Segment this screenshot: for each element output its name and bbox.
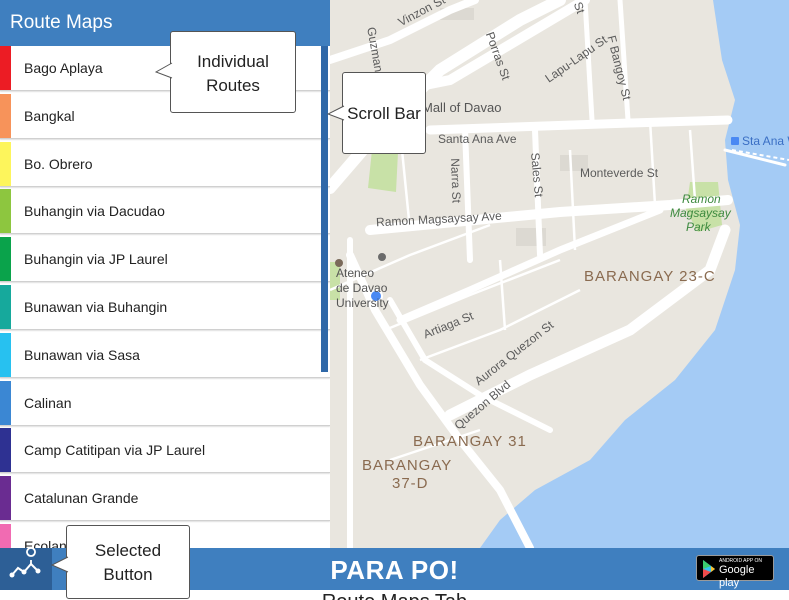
map-label-park-2: Magsaysay — [670, 206, 731, 220]
callout-text-line-1: Individual — [197, 52, 269, 71]
route-color-swatch — [0, 380, 11, 425]
route-color-swatch — [0, 141, 11, 186]
callout-text-line-2: Routes — [206, 76, 260, 95]
map-label-santa-ana: Santa Ana Ave — [438, 132, 517, 146]
route-color-swatch — [0, 189, 11, 234]
callout-scroll-bar: Scroll Bar — [327, 72, 426, 154]
route-label: Bangkal — [24, 107, 75, 124]
map-label-barangay-31: BARANGAY 31 — [413, 433, 527, 450]
route-item-buhangin-via-dacudao[interactable]: Buhangin via Dacudao — [0, 189, 330, 235]
route-list: Bago Aplaya Bangkal Bo. Obrero Buhangin … — [0, 46, 330, 548]
map-label-park-1: Ramon — [682, 192, 721, 206]
route-label: Camp Catitipan via JP Laurel — [24, 442, 206, 459]
route-item-buhangin-via-jp-laurel[interactable]: Buhangin via JP Laurel — [0, 237, 330, 283]
route-item-catalunan-grande[interactable]: Catalunan Grande — [0, 476, 330, 522]
route-list-scrollbar[interactable] — [321, 46, 328, 372]
route-maps-tab-button[interactable] — [0, 547, 52, 590]
figure-caption-text: Route Maps Tab — [0, 591, 789, 600]
map-street — [648, 119, 657, 206]
route-label: Buhangin via Dacudao — [24, 203, 165, 220]
route-label: Bago Aplaya — [24, 60, 103, 76]
google-play-badge[interactable]: ANDROID APP ON Google play — [696, 555, 774, 589]
map-label-sta-ana-pier: Sta Ana W — [742, 134, 789, 148]
callout-pointer — [155, 62, 173, 79]
route-item-bunawan-via-sasa[interactable]: Bunawan via Sasa — [0, 332, 330, 378]
route-color-swatch — [0, 476, 11, 521]
map-label-park-3: Park — [686, 220, 711, 234]
route-color-swatch — [0, 93, 11, 138]
route-label: Catalunan Grande — [24, 490, 139, 507]
route-color-swatch — [0, 428, 11, 473]
route-item-calinan[interactable]: Calinan — [0, 380, 330, 426]
map-street — [498, 259, 507, 331]
route-color-swatch — [0, 284, 11, 329]
ateneo-pin — [378, 253, 386, 261]
map-label-ateneo-1: Ateneo — [336, 266, 375, 280]
map-label-ateneo-3: University — [336, 296, 389, 310]
route-item-bo-obrero[interactable]: Bo. Obrero — [0, 141, 330, 187]
map-road — [462, 127, 473, 263]
map-label-barangay-23c: BARANGAY 23-C — [584, 268, 716, 285]
callout-text: Scroll Bar — [347, 104, 421, 123]
route-label: Bunawan via Sasa — [24, 346, 140, 363]
route-label: Buhangin via JP Laurel — [24, 251, 168, 268]
route-color-swatch — [0, 46, 11, 90]
pier-icon — [731, 137, 739, 145]
map-park-upper — [368, 150, 398, 192]
callout-pointer — [51, 556, 69, 573]
map-label-mall: Mall of Davao — [422, 100, 502, 115]
route-map-icon — [9, 547, 41, 578]
callout-text-line-2: Button — [103, 565, 153, 584]
map-road — [425, 115, 733, 135]
route-color-swatch — [0, 332, 11, 377]
map-label-barangay-37d-2: 37-D — [392, 475, 429, 492]
map-road — [330, 0, 479, 64]
map-label-barangay-37d-1: BARANGAY — [362, 457, 453, 474]
map-label-narra: Narra St — [448, 158, 464, 204]
figure-caption: Route Maps Tab — [0, 590, 789, 600]
route-item-bunawan-via-buhangin[interactable]: Bunawan via Buhangin — [0, 284, 330, 330]
callout-individual-routes: Individual Routes — [155, 31, 296, 113]
callout-text-line-1: Selected — [94, 541, 162, 560]
route-label: Bunawan via Buhangin — [24, 298, 168, 315]
play-badge-text: Google play — [719, 564, 755, 589]
route-color-swatch — [0, 523, 11, 548]
map-label-ateneo-2: de Davao — [336, 281, 388, 295]
route-label: Bo. Obrero — [24, 155, 93, 172]
google-play-icon — [703, 560, 715, 578]
map-label-monteverde: Monteverde St — [580, 166, 659, 180]
route-label: Calinan — [24, 394, 72, 411]
route-item-camp-catitipan[interactable]: Camp Catitipan via JP Laurel — [0, 428, 330, 474]
callout-pointer — [327, 105, 345, 121]
route-color-swatch — [0, 237, 11, 282]
callout-selected-button: Selected Button — [51, 525, 190, 599]
